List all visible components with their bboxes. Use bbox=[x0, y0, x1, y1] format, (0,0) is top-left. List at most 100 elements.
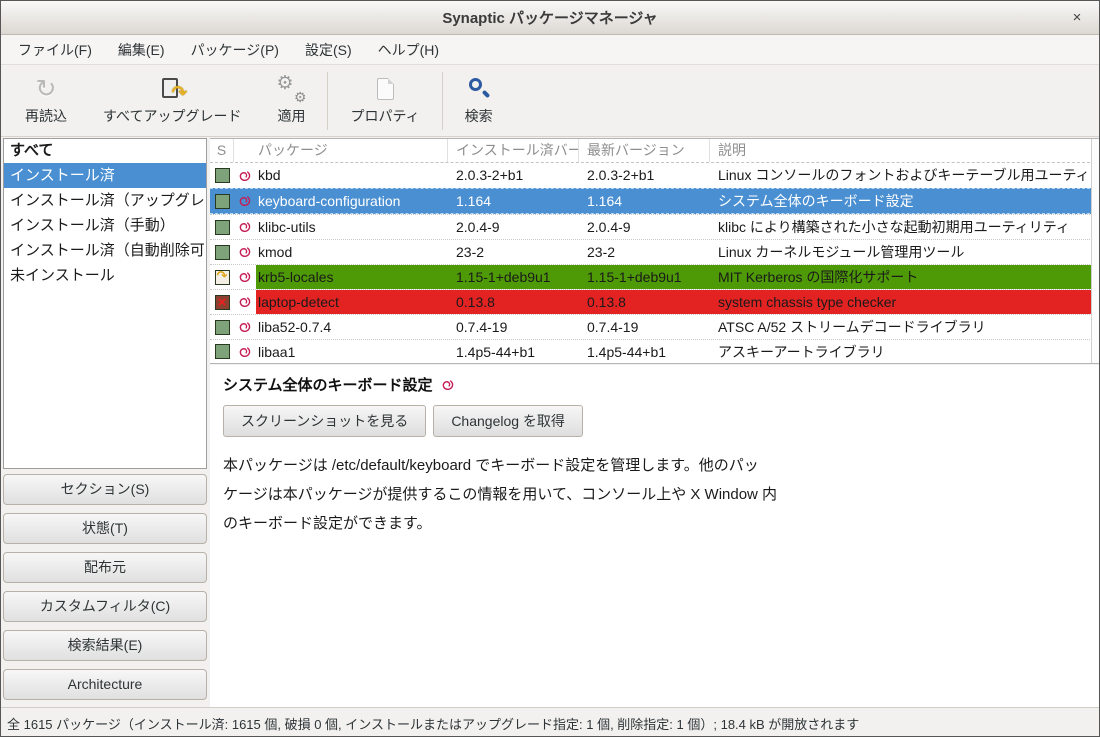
sidebar-button[interactable]: 検索結果(E) bbox=[3, 630, 207, 661]
package-name: liba52-0.7.4 bbox=[256, 315, 448, 339]
debian-swirl-icon bbox=[238, 295, 252, 309]
filter-item[interactable]: インストール済（手動） bbox=[4, 213, 206, 238]
table-row[interactable]: laptop-detect 0.13.8 0.13.8 system chass… bbox=[210, 289, 1100, 314]
sidebar-button[interactable]: 状態(T) bbox=[3, 513, 207, 544]
column-header-description[interactable]: 説明 bbox=[710, 139, 1100, 162]
description-line: ケージは本パッケージが提供するこの情報を用いて、コンソール上や X Window… bbox=[223, 480, 1100, 509]
table-row[interactable]: klibc-utils 2.0.4-9 2.0.4-9 klibc により構築さ… bbox=[210, 214, 1100, 239]
sidebar: すべてインストール済インストール済（アップグレインストール済（手動）インストール… bbox=[1, 137, 208, 707]
filter-item[interactable]: 未インストール bbox=[4, 263, 206, 288]
table-row[interactable]: keyboard-configuration 1.164 1.164 システム全… bbox=[210, 188, 1100, 214]
table-header: S パッケージ インストール済バージョン 最新バージョン 説明 bbox=[210, 139, 1100, 163]
package-status-icon bbox=[215, 220, 230, 235]
package-status-icon bbox=[215, 344, 230, 359]
package-status-icon bbox=[215, 295, 230, 310]
table-row[interactable]: libaa1 1.4p5-44+b1 1.4p5-44+b1 アスキーアートライ… bbox=[210, 339, 1100, 364]
menu-edit[interactable]: 編集(E) bbox=[105, 35, 178, 64]
sidebar-button[interactable]: 配布元 bbox=[3, 552, 207, 583]
toolbar: ↻ 再読込 ↷ すべてアップグレード ⚙⚙ 適用 プロパティ 検索 bbox=[1, 65, 1099, 137]
latest-version: 23-2 bbox=[579, 240, 710, 264]
details-title: システム全体のキーボード設定 bbox=[223, 374, 433, 395]
debian-swirl-icon bbox=[238, 194, 252, 208]
menu-settings[interactable]: 設定(S) bbox=[292, 35, 365, 64]
get-changelog-button[interactable]: Changelog を取得 bbox=[433, 405, 583, 437]
package-table-body: kbd 2.0.3-2+b1 2.0.3-2+b1 Linux コンソールのフォ… bbox=[210, 163, 1100, 364]
installed-version: 0.7.4-19 bbox=[448, 315, 579, 339]
package-name: krb5-locales bbox=[256, 265, 448, 289]
latest-version: 0.7.4-19 bbox=[579, 315, 710, 339]
package-long-description: 本パッケージは /etc/default/keyboard でキーボード設定を管… bbox=[223, 451, 1100, 538]
filter-item[interactable]: インストール済（アップグレ bbox=[4, 188, 206, 213]
main-area: すべてインストール済インストール済（アップグレインストール済（手動）インストール… bbox=[1, 137, 1099, 707]
right-pane: S パッケージ インストール済バージョン 最新バージョン 説明 kbd 2.0.… bbox=[210, 137, 1100, 707]
package-description: system chassis type checker bbox=[710, 290, 1100, 314]
column-header-status[interactable]: S bbox=[210, 139, 234, 162]
package-status-icon bbox=[215, 194, 230, 209]
table-row[interactable]: krb5-locales 1.15-1+deb9u1 1.15-1+deb9u1… bbox=[210, 264, 1100, 289]
package-status-icon bbox=[215, 270, 230, 285]
table-row[interactable]: kmod 23-2 23-2 Linux カーネルモジュール管理用ツール bbox=[210, 239, 1100, 264]
package-name: libaa1 bbox=[256, 340, 448, 363]
installed-version: 1.15-1+deb9u1 bbox=[448, 265, 579, 289]
menu-help[interactable]: ヘルプ(H) bbox=[365, 35, 452, 64]
vertical-scrollbar[interactable] bbox=[1091, 139, 1100, 363]
package-name: kbd bbox=[256, 163, 448, 188]
close-icon[interactable]: × bbox=[1067, 8, 1087, 28]
toolbar-separator bbox=[442, 72, 443, 130]
menu-file[interactable]: ファイル(F) bbox=[5, 35, 105, 64]
debian-swirl-icon bbox=[238, 220, 252, 234]
package-status-icon bbox=[215, 320, 230, 335]
view-screenshot-button[interactable]: スクリーンショットを見る bbox=[223, 405, 426, 437]
column-header-package[interactable]: パッケージ bbox=[234, 139, 448, 162]
table-row[interactable]: kbd 2.0.3-2+b1 2.0.3-2+b1 Linux コンソールのフォ… bbox=[210, 163, 1100, 188]
package-description: アスキーアートライブラリ bbox=[710, 340, 1100, 363]
installed-version: 0.13.8 bbox=[448, 290, 579, 314]
package-name: kmod bbox=[256, 240, 448, 264]
titlebar[interactable]: Synaptic パッケージマネージャ × bbox=[1, 1, 1099, 35]
package-name: laptop-detect bbox=[256, 290, 448, 314]
installed-version: 2.0.3-2+b1 bbox=[448, 163, 579, 188]
filter-item[interactable]: インストール済 bbox=[4, 163, 206, 188]
statusbar: 全 1615 パッケージ（インストール済: 1615 個, 破損 0 個, イン… bbox=[1, 707, 1099, 737]
search-magnifier-icon bbox=[467, 76, 491, 102]
reload-icon: ↻ bbox=[36, 76, 57, 102]
search-button[interactable]: 検索 bbox=[447, 69, 511, 133]
installed-version: 2.0.4-9 bbox=[448, 215, 579, 239]
table-row[interactable]: liba52-0.7.4 0.7.4-19 0.7.4-19 ATSC A/52… bbox=[210, 314, 1100, 339]
latest-version: 1.4p5-44+b1 bbox=[579, 340, 710, 363]
package-status-icon bbox=[215, 245, 230, 260]
sidebar-button[interactable]: カスタムフィルタ(C) bbox=[3, 591, 207, 622]
latest-version: 1.164 bbox=[579, 189, 710, 213]
package-table: S パッケージ インストール済バージョン 最新バージョン 説明 kbd 2.0.… bbox=[210, 138, 1100, 364]
debian-swirl-icon bbox=[238, 245, 252, 259]
apply-button[interactable]: ⚙⚙ 適用 bbox=[259, 69, 323, 133]
toolbar-separator bbox=[327, 72, 328, 130]
sidebar-buttons: セクション(S) 状態(T) 配布元カスタムフィルタ(C) 検索結果(E) Archit… bbox=[3, 474, 207, 708]
sidebar-button[interactable]: セクション(S) bbox=[3, 474, 207, 505]
filter-list: すべてインストール済インストール済（アップグレインストール済（手動）インストール… bbox=[3, 138, 207, 469]
sidebar-button[interactable]: Architecture bbox=[3, 669, 207, 700]
debian-swirl-icon bbox=[238, 345, 252, 359]
package-description: Linux カーネルモジュール管理用ツール bbox=[710, 240, 1100, 264]
filter-item[interactable]: すべて bbox=[4, 139, 206, 163]
installed-version: 23-2 bbox=[448, 240, 579, 264]
reload-button[interactable]: ↻ 再読込 bbox=[7, 69, 85, 133]
menu-package[interactable]: パッケージ(P) bbox=[178, 35, 292, 64]
package-name: keyboard-configuration bbox=[256, 189, 448, 213]
column-header-latest-version[interactable]: 最新バージョン bbox=[579, 139, 710, 162]
debian-swirl-icon bbox=[238, 320, 252, 334]
latest-version: 0.13.8 bbox=[579, 290, 710, 314]
status-summary: 全 1615 パッケージ（インストール済: 1615 個, 破損 0 個, イン… bbox=[7, 714, 859, 733]
properties-button[interactable]: プロパティ bbox=[332, 69, 437, 133]
installed-version: 1.4p5-44+b1 bbox=[448, 340, 579, 363]
debian-swirl-icon bbox=[238, 169, 252, 183]
filter-item[interactable]: インストール済（自動削除可 bbox=[4, 238, 206, 263]
synaptic-window: Synaptic パッケージマネージャ × ファイル(F) 編集(E) パッケー… bbox=[0, 0, 1100, 737]
column-header-installed-version[interactable]: インストール済バージョン bbox=[448, 139, 579, 162]
upgrade-all-button[interactable]: ↷ すべてアップグレード bbox=[85, 69, 259, 133]
menubar: ファイル(F) 編集(E) パッケージ(P) 設定(S) ヘルプ(H) bbox=[1, 35, 1099, 65]
package-description: klibc により構築された小さな起動初期用ユーティリティ bbox=[710, 215, 1100, 239]
properties-document-icon bbox=[377, 76, 394, 102]
apply-gears-icon: ⚙⚙ bbox=[278, 76, 304, 102]
package-status-icon bbox=[215, 168, 230, 183]
